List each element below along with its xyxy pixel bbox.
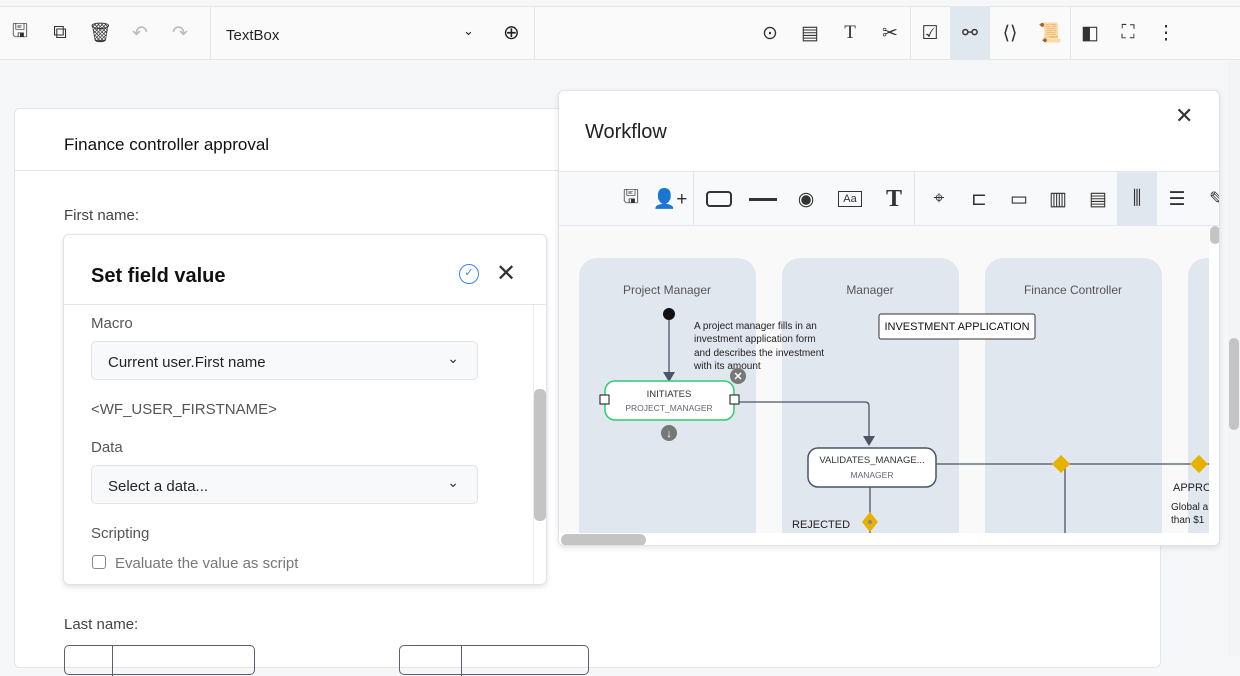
rows-icon[interactable]: ☰ <box>1157 172 1197 226</box>
delete-step-icon[interactable]: ✕ <box>730 368 746 384</box>
set-field-value-popup: Set field value ✓ ✕ Macro Current user.F… <box>63 234 547 585</box>
close-icon[interactable]: ✕ <box>496 259 516 288</box>
tools-icon[interactable]: ✂ <box>870 7 910 59</box>
code-icon[interactable]: ⟨⟩ <box>990 7 1030 59</box>
svg-text:↓: ↓ <box>666 428 672 440</box>
step-initiates[interactable]: INITIATES PROJECT_MANAGER <box>599 380 740 421</box>
add-user-icon[interactable]: 👤+ <box>650 172 690 226</box>
connector-icon[interactable]: ⊏ <box>959 172 999 226</box>
workflow-title: Workflow <box>585 121 667 143</box>
trash-icon[interactable]: 🗑 <box>80 7 120 59</box>
lane-title: Finance Controller <box>1024 283 1122 297</box>
theme-icon[interactable]: ◧ <box>1070 7 1110 59</box>
chevron-down-icon: ⌄ <box>447 350 459 366</box>
svg-text:INITIATES: INITIATES <box>647 389 692 400</box>
save-icon[interactable]: 🖫 <box>611 172 651 226</box>
form-icon[interactable]: ▤ <box>790 7 830 59</box>
svg-text:✕: ✕ <box>733 371 742 383</box>
text-icon[interactable]: T <box>830 7 870 59</box>
confirm-check-icon[interactable]: ✓ <box>459 264 479 284</box>
data-label: Data <box>91 439 123 456</box>
main-toolbar: 🖫 ⧉ 🗑 ↶ ↷ TextBox ⌄ ⊕ ⊙ ▤ T ✂ ☑ ⚯ ⟨⟩ 📜 ◧… <box>0 6 1240 60</box>
lane-finance-controller[interactable]: Finance Controller <box>985 258 1162 533</box>
data-placeholder: Select a data... <box>108 478 209 495</box>
add-circle-icon[interactable]: ⊕ <box>503 20 520 45</box>
script-icon[interactable]: 📜 <box>1030 7 1070 59</box>
macro-label: Macro <box>91 315 133 332</box>
page-scrollbar-thumb[interactable] <box>1229 338 1239 430</box>
checklist-icon[interactable]: ☑ <box>910 7 950 59</box>
investment-application-label[interactable]: INVESTMENT APPLICATION <box>878 313 1036 340</box>
condition-text: Global a <box>1171 502 1209 513</box>
text-icon[interactable]: T <box>874 172 914 226</box>
svg-text:and describes the investment: and describes the investment <box>694 348 824 359</box>
approved-label: APPRO <box>1173 482 1209 494</box>
script-checkbox-label[interactable]: Evaluate the value as script <box>115 555 298 572</box>
canvas-hscrollbar[interactable] <box>559 533 1219 545</box>
field-type-select[interactable]: TextBox ⌄ ⊕ <box>210 7 535 59</box>
start-event[interactable] <box>663 308 675 320</box>
macro-value: Current user.First name <box>108 354 266 371</box>
add-next-step-icon[interactable]: ↓ <box>661 425 677 441</box>
canvas-vscrollbar[interactable] <box>1209 226 1219 533</box>
step-validates[interactable]: VALIDATES_MANAGE... MANAGER <box>807 447 937 488</box>
lane-title: Project Manager <box>623 283 711 297</box>
data-select[interactable]: Select a data... ⌄ <box>91 465 478 504</box>
script-checkbox[interactable] <box>92 555 106 569</box>
svg-text:with its amount: with its amount <box>693 361 761 372</box>
workflow-icon[interactable]: ⚯ <box>950 7 990 59</box>
undo-icon[interactable]: ↶ <box>120 7 160 59</box>
line-icon[interactable] <box>743 172 783 226</box>
macro-token: <WF_USER_FIRSTNAME> <box>91 401 277 418</box>
scripting-label: Scripting <box>91 525 150 542</box>
svg-text:investment application form: investment application form <box>694 334 816 345</box>
end-event-icon[interactable]: ◉ <box>786 172 826 226</box>
lanes-icon[interactable]: ▤ <box>1078 172 1118 226</box>
workflow-canvas[interactable]: Project Manager Manager Finance Controll… <box>559 226 1209 533</box>
svg-text:A project manager fills in an: A project manager fills in an <box>694 321 817 332</box>
last-name-input-2[interactable] <box>399 645 589 676</box>
table-icon[interactable]: ▥ <box>1038 172 1078 226</box>
last-name-label: Last name: <box>64 616 139 633</box>
chevron-down-icon: ⌄ <box>463 23 474 38</box>
svg-text:VALIDATES_MANAGE...: VALIDATES_MANAGE... <box>819 455 924 466</box>
more-icon[interactable]: ⋮ <box>1146 7 1186 59</box>
popup-scrollbar-thumb[interactable] <box>534 389 546 521</box>
close-icon[interactable]: ✕ <box>1175 103 1193 129</box>
chevron-down-icon: ⌄ <box>447 474 459 490</box>
header-lane-icon[interactable]: ▭ <box>999 172 1039 226</box>
preview-icon[interactable]: ⊙ <box>750 7 790 59</box>
lane-title: Manager <box>846 283 893 297</box>
popup-title: Set field value <box>91 265 226 287</box>
redo-icon[interactable]: ↷ <box>160 7 200 59</box>
field-type-value: TextBox <box>226 27 280 44</box>
fullscreen-icon[interactable]: ⛶ <box>1108 7 1148 59</box>
condition-text: than $1 <box>1171 515 1205 526</box>
columns-icon[interactable]: ⫼ <box>1117 172 1157 226</box>
first-name-label: First name: <box>64 207 140 224</box>
svg-text:INVESTMENT APPLICATION: INVESTMENT APPLICATION <box>884 321 1029 333</box>
svg-text:MANAGER: MANAGER <box>851 470 894 480</box>
workflow-panel: Workflow ✕ 🖫 👤+ ◉ Aa T ⌖ ⊏ ▭ ▥ ▤ ⫼ ☰ ✎ P… <box>558 90 1220 546</box>
pointer-edit-icon[interactable]: ⌖ <box>919 172 959 226</box>
last-name-input[interactable] <box>64 645 255 676</box>
rejected-label: REJECTED <box>792 519 850 531</box>
copy-icon[interactable]: ⧉ <box>40 7 80 59</box>
rectangle-icon[interactable] <box>699 172 739 226</box>
svg-text:PROJECT_MANAGER: PROJECT_MANAGER <box>625 403 712 413</box>
workflow-toolbar: 🖫 👤+ ◉ Aa T ⌖ ⊏ ▭ ▥ ▤ ⫼ ☰ ✎ <box>559 171 1219 226</box>
eyedropper-icon[interactable]: ✎ <box>1197 172 1219 226</box>
macro-select[interactable]: Current user.First name ⌄ <box>91 341 478 380</box>
form-title: Finance controller approval <box>64 135 270 154</box>
label-icon[interactable]: Aa <box>830 172 870 226</box>
save-icon[interactable]: 🖫 <box>0 7 40 59</box>
